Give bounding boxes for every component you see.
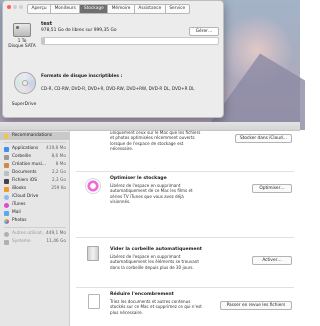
sidebar-item-size: 8,6 Mo <box>51 154 66 159</box>
sidebar-item-label: Corbeille <box>12 154 31 159</box>
sidebar-item-label: iBooks <box>12 186 27 191</box>
system-icon <box>4 239 9 245</box>
sidebar-item-itunes[interactable]: iTunes <box>0 201 69 209</box>
sidebar-item-size: 2,3 Go <box>51 178 66 183</box>
recommendation-empty-trash: Vider la corbeille automatiquement Libér… <box>70 239 300 283</box>
recommendation-description: Triez les documents et autres contenus s… <box>110 299 202 315</box>
sidebar-item-recommandations[interactable]: Recommandations <box>0 132 69 140</box>
sidebar-item-fichiers-ios[interactable]: Fichiers iOS 2,3 Go <box>0 177 69 185</box>
sidebar-item-size: 449,1 Mo <box>45 231 66 236</box>
sidebar-item-applications[interactable]: Applications 419,8 Mo <box>0 145 69 153</box>
sidebar-item-label: Applications <box>12 146 39 151</box>
trash-icon <box>4 154 9 160</box>
review-files-button[interactable]: Passer en revue les fichiers <box>220 301 292 310</box>
sidebar-item-label: Mail <box>12 210 21 215</box>
sidebar-item-size: 419,8 Mo <box>45 146 66 151</box>
tab-service[interactable]: Service <box>164 4 190 15</box>
recommendation-divider <box>76 287 294 288</box>
book-icon <box>4 186 9 192</box>
tab-stockage[interactable]: Stockage <box>79 4 108 15</box>
window-close-button[interactable] <box>7 5 11 9</box>
recommendation-optimize: Optimiser le stockage Libérez de l'espac… <box>70 173 300 219</box>
tab-assistance[interactable]: Assistance <box>133 4 165 15</box>
sidebar-item-size: 8 Mo <box>55 162 66 167</box>
sidebar-item-label: iTunes <box>12 202 26 207</box>
sidebar-item-autres-utilisateurs[interactable]: Autres utilisat... 449,1 Mo <box>0 230 69 238</box>
sidebar-item-label: iCloud Drive <box>12 194 39 199</box>
manage-button[interactable]: Gérer… <box>189 27 219 36</box>
optical-disc-icon <box>14 72 36 94</box>
mail-icon <box>4 210 9 216</box>
sidebar-item-systeme[interactable]: Systeme 11,46 Go <box>0 238 69 246</box>
recommendation-title: Vider la corbeille automatiquement <box>110 247 203 252</box>
writable-formats-title: Formats de disque inscriptibles : <box>41 74 123 79</box>
sidebar-separator <box>4 142 66 143</box>
volume-free-space: 978,51 Go de libres sur 999,35 Go <box>41 28 117 33</box>
guitar-icon <box>4 162 9 168</box>
phone-icon <box>4 178 9 184</box>
tab-moniteurs[interactable]: Moniteurs <box>50 4 80 15</box>
recommendation-divider <box>76 237 294 238</box>
sidebar-item-mail[interactable]: Mail <box>0 209 69 217</box>
trash-icon <box>87 246 99 261</box>
music-icon <box>4 202 9 208</box>
optimize-button[interactable]: Optimiser… <box>252 184 292 193</box>
recommendation-description: uniquement ceux sur le Mac que les fichi… <box>110 130 201 151</box>
sidebar-item-label: Création musi... <box>12 162 46 167</box>
volume-name: test <box>41 21 53 27</box>
sidebar-item-label: Documents <box>12 170 37 175</box>
disk-type: Disque SATA <box>8 44 36 49</box>
sidebar-item-label: Autres utilisat... <box>12 231 46 236</box>
sidebar-separator <box>4 227 66 228</box>
sidebar-item-ibooks[interactable]: iBooks 259 Ko <box>0 185 69 193</box>
window-minimize-button[interactable] <box>13 5 17 9</box>
storage-management-window: Recommandations Applications 419,8 Mo Co… <box>0 122 300 326</box>
sidebar-item-label: Recommandations <box>12 133 52 138</box>
lightbulb-icon <box>4 133 9 139</box>
tab-bar: Aperçu Moniteurs Stockage Mémoire Assist… <box>27 4 190 15</box>
document-icon <box>88 294 100 309</box>
enable-button[interactable]: Activer… <box>252 256 292 265</box>
recommendation-title: Optimiser le stockage <box>110 176 167 181</box>
sidebar-item-corbeille[interactable]: Corbeille 8,6 Mo <box>0 153 69 161</box>
sidebar-item-size: 259 Ko <box>51 186 66 191</box>
sidebar-item-creation-musicale[interactable]: Création musi... 8 Mo <box>0 161 69 169</box>
writable-formats-list: CD-R, CD-RW, DVD-R, DVD+R, DVD-RW, DVD+R… <box>41 86 195 91</box>
users-icon <box>4 231 9 237</box>
recommendations-panel: uniquement ceux sur le Mac que les fichi… <box>70 130 300 326</box>
recommendation-reduce-clutter: Réduire l'encombrement Triez les documen… <box>70 289 300 326</box>
applications-icon <box>4 146 9 152</box>
recommendation-icloud: uniquement ceux sur le Mac que les fichi… <box>70 130 300 169</box>
recommendation-title: Réduire l'encombrement <box>110 292 174 297</box>
sidebar-item-label: Fichiers iOS <box>12 178 37 183</box>
sidebar-item-label: Photos <box>12 218 27 223</box>
recommendation-description: Libérez de l'espace en supprimant automa… <box>110 183 193 204</box>
recommendation-divider <box>76 171 294 172</box>
window-zoom-button[interactable] <box>19 5 23 9</box>
store-in-icloud-button[interactable]: Stocker dans iCloud… <box>235 134 292 143</box>
optical-drive-name: SuperDrive <box>11 102 37 107</box>
sidebar-item-size: 2,2 Go <box>51 170 66 175</box>
tab-memoire[interactable]: Mémoire <box>107 4 134 15</box>
tab-apercu[interactable]: Aperçu <box>27 4 51 15</box>
about-this-mac-window: Aperçu Moniteurs Stockage Mémoire Assist… <box>2 0 224 118</box>
recommendation-description: Libérez de l'espace en supprimant automa… <box>110 254 199 270</box>
sidebar-item-icloud-drive[interactable]: iCloud Drive <box>0 193 69 201</box>
sidebar-item-documents[interactable]: Documents 2,2 Go <box>0 169 69 177</box>
sidebar: Recommandations Applications 419,8 Mo Co… <box>0 131 70 326</box>
hard-disk-icon <box>13 23 31 37</box>
document-icon <box>4 170 9 176</box>
sidebar-item-photos[interactable]: Photos <box>0 217 69 225</box>
itunes-icon <box>85 178 101 194</box>
photos-icon <box>4 218 9 224</box>
sidebar-item-label: Systeme <box>12 239 31 244</box>
cloud-icon <box>4 194 9 200</box>
sidebar-item-size: 11,46 Go <box>46 239 66 244</box>
storage-usage-bar <box>41 37 219 45</box>
usage-segment-system <box>42 38 45 44</box>
